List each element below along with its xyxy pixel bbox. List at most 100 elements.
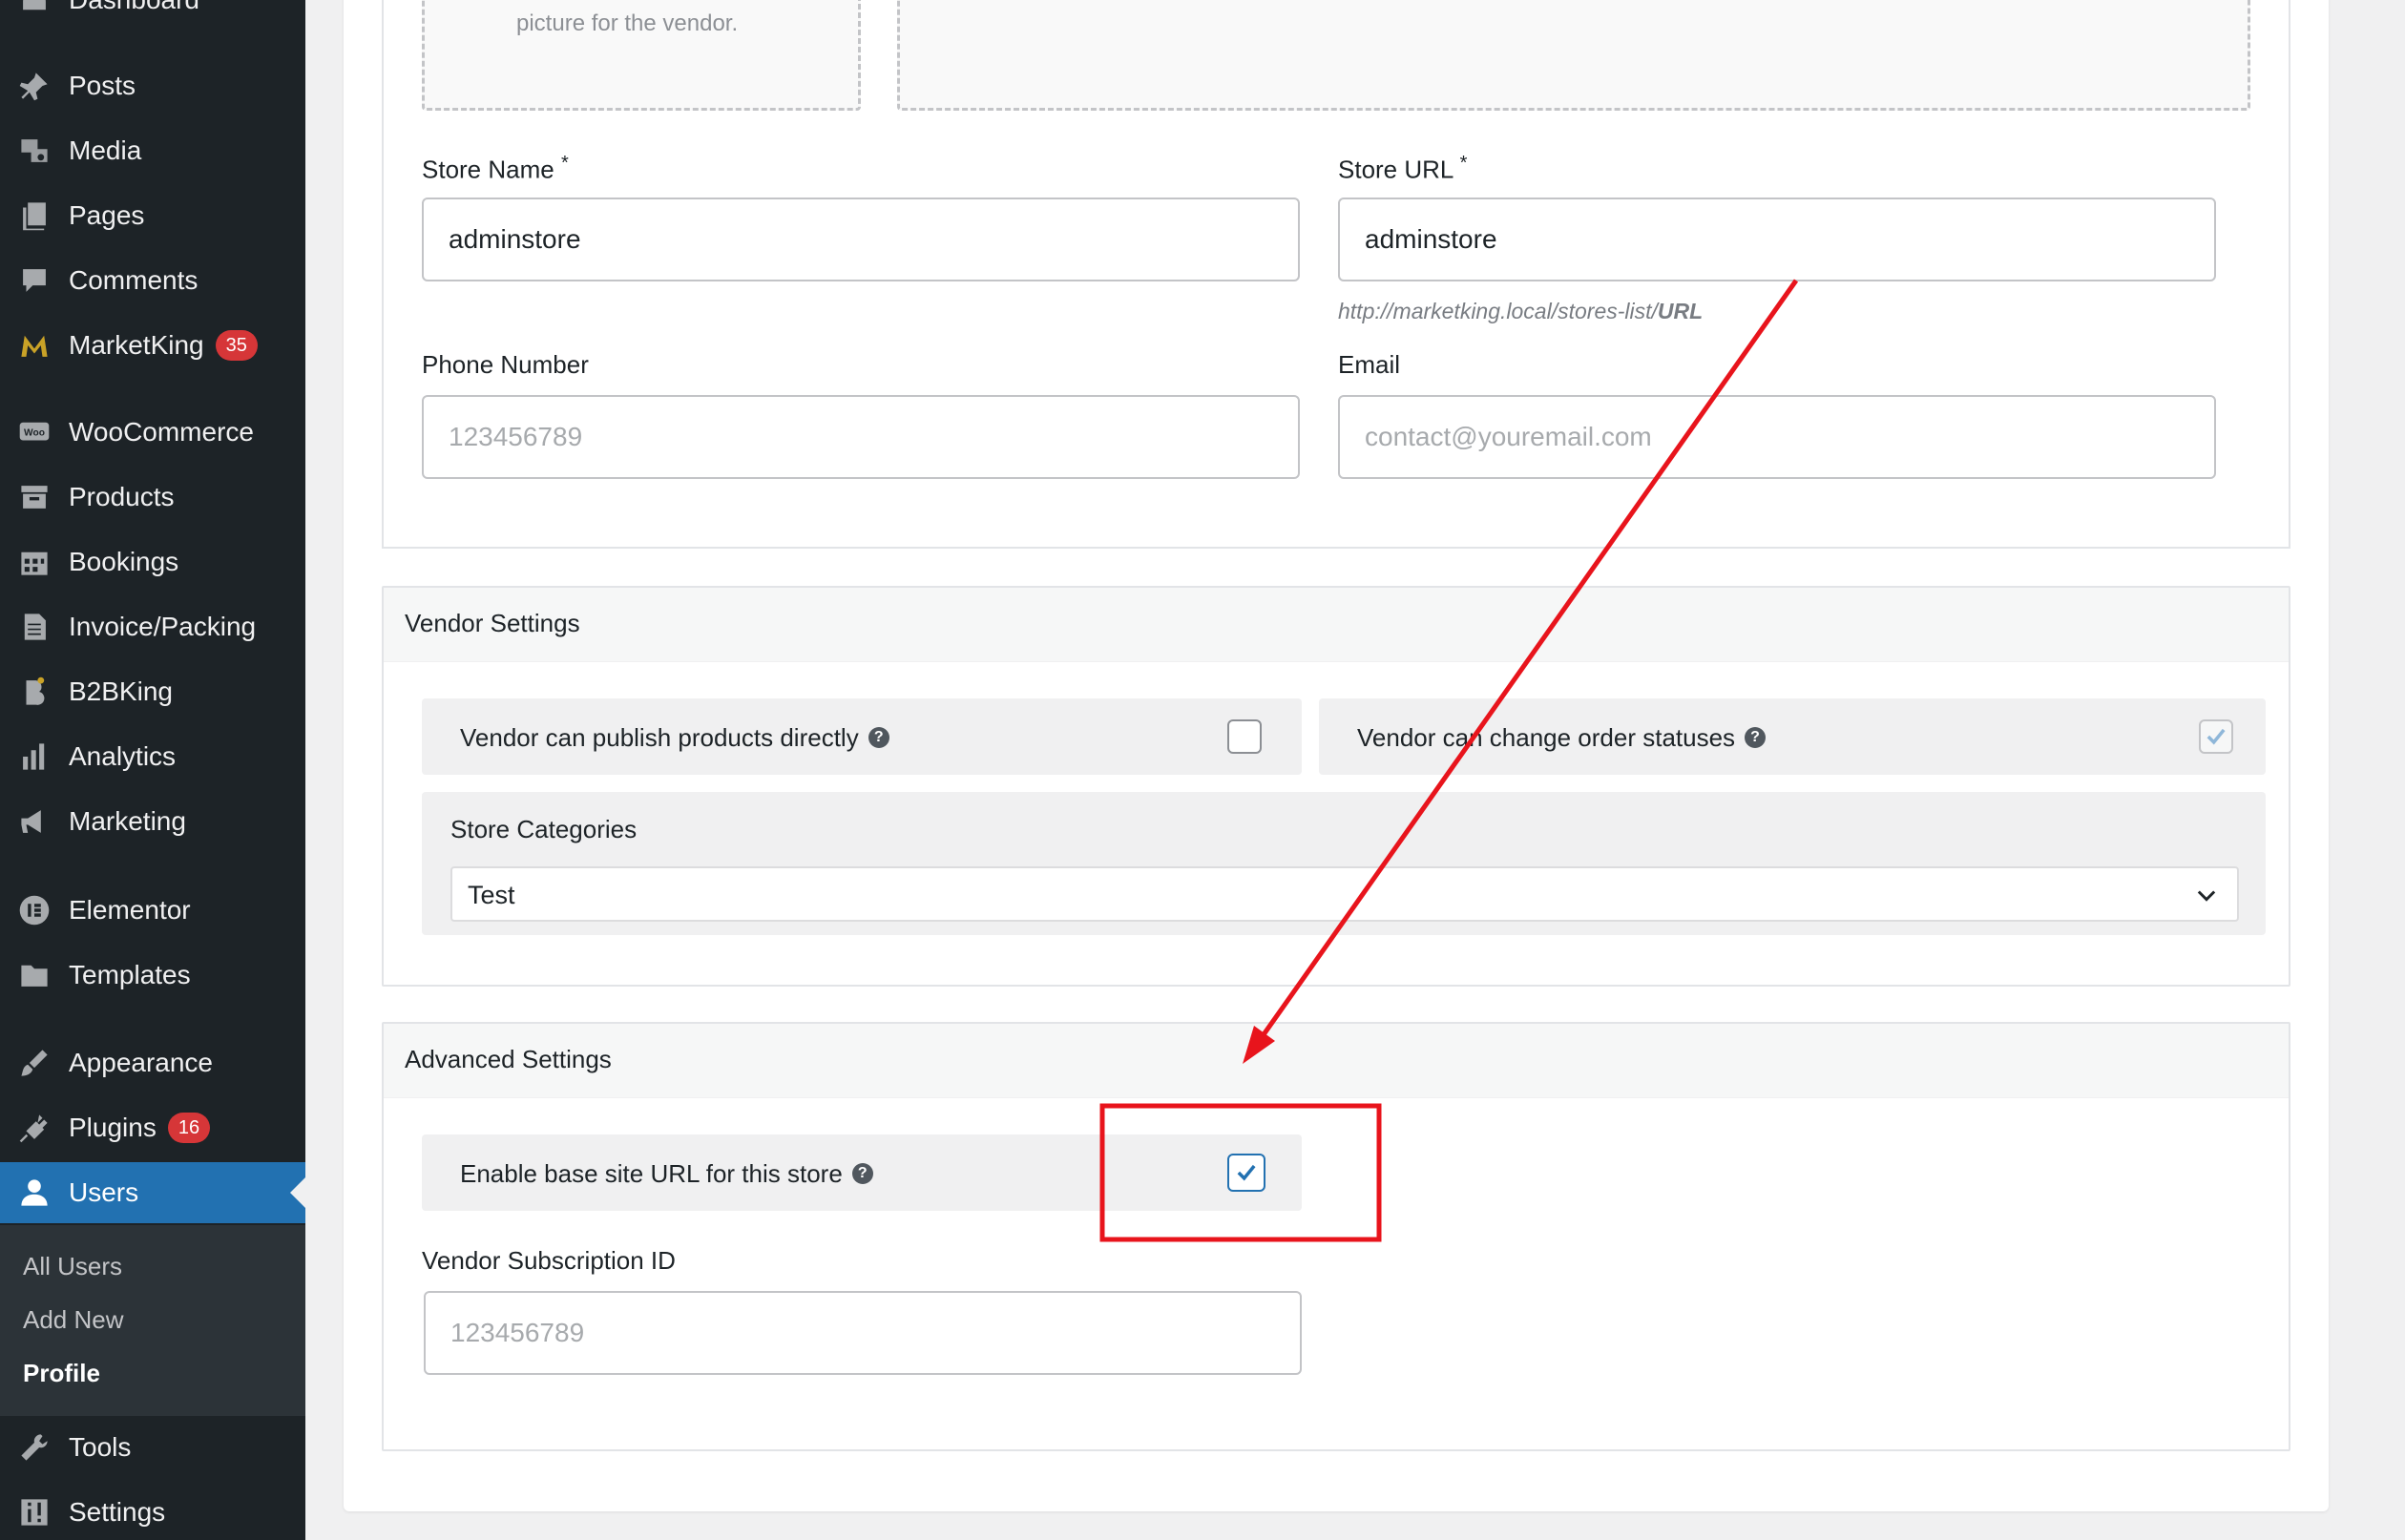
profile-card: picture for the vendor. Store Name * Sto… [344, 0, 2329, 1511]
base-site-url-row: Enable base site URL for this store? [422, 1134, 1302, 1211]
sidebar-item-posts[interactable]: Posts [0, 55, 305, 116]
banner-dropzone[interactable] [897, 0, 2250, 111]
notification-badge: 35 [215, 330, 258, 361]
store-categories-label: Store Categories [450, 815, 638, 843]
submenu-all-users[interactable]: All Users [23, 1252, 122, 1281]
sidebar-item-label: B2BKing [69, 676, 173, 706]
panel-header: Advanced Settings [384, 1024, 2289, 1098]
sidebar-item-label: Users [69, 1177, 139, 1207]
advanced-settings-panel: Advanced Settings Enable base site URL f… [382, 1022, 2290, 1451]
folder-icon [15, 958, 53, 992]
publish-directly-checkbox[interactable] [1227, 719, 1262, 754]
help-icon[interactable]: ? [851, 1163, 873, 1185]
sidebar-item-label: Products [69, 482, 175, 511]
sidebar-item-users[interactable]: Users [0, 1162, 305, 1223]
sidebar-item-bookings[interactable]: Bookings [0, 531, 305, 593]
sidebar-item-pages[interactable]: Pages [0, 185, 305, 246]
store-categories-select[interactable]: Test [450, 866, 2239, 922]
marketking-logo-icon [15, 328, 53, 363]
document-icon [15, 610, 53, 644]
sidebar-item-label: Settings [69, 1497, 166, 1527]
store-url-input[interactable] [1338, 198, 2216, 281]
sidebar-item-elementor[interactable]: Elementor [0, 880, 305, 941]
sidebar-item-comments[interactable]: Comments [0, 250, 305, 311]
phone-input[interactable] [422, 395, 1300, 479]
sidebar-item-label: Plugins [69, 1113, 157, 1142]
store-name-label: Store Name * [422, 153, 569, 184]
change-order-status-row: Vendor can change order statuses? [1319, 698, 2266, 775]
sidebar-item-settings[interactable]: Settings [0, 1482, 305, 1540]
email-input[interactable] [1338, 395, 2216, 479]
checkmark-icon [1237, 1164, 1256, 1181]
megaphone-icon [15, 804, 53, 839]
pushpin-icon [15, 69, 53, 103]
sidebar-item-woocommerce[interactable]: Woo WooCommerce [0, 402, 305, 463]
sidebar-item-label: Dashboard [69, 0, 199, 15]
elementor-icon [15, 893, 53, 927]
dashboard-icon [15, 0, 53, 17]
pages-icon [15, 198, 53, 233]
submenu-add-new[interactable]: Add New [23, 1305, 124, 1335]
sidebar-item-label: Media [69, 135, 142, 165]
sidebar-item-products[interactable]: Products [0, 467, 305, 528]
sidebar-item-label: Marketing [69, 806, 186, 836]
store-url-label: Store URL * [1338, 153, 1468, 184]
picture-hint: picture for the vendor. [516, 10, 739, 36]
help-icon[interactable]: ? [868, 727, 889, 749]
user-icon [15, 1176, 53, 1210]
plug-icon [15, 1111, 53, 1145]
submenu-profile[interactable]: Profile [23, 1359, 100, 1388]
calendar-icon [15, 545, 53, 579]
sidebar-item-label: MarketKing [69, 330, 204, 360]
panel-title: Advanced Settings [405, 1045, 612, 1073]
sidebar-item-tools[interactable]: Tools [0, 1417, 305, 1478]
store-name-input[interactable] [422, 198, 1300, 281]
sidebar-item-invoice-packing[interactable]: Invoice/Packing [0, 596, 305, 657]
sidebar-item-label: Templates [69, 960, 191, 989]
profile-picture-dropzone[interactable]: picture for the vendor. [422, 0, 861, 111]
archive-icon [15, 480, 53, 514]
chevron-down-icon [2197, 890, 2216, 902]
publish-directly-label: Vendor can publish products directly? [460, 723, 889, 753]
bar-chart-icon [15, 739, 53, 774]
sidebar-item-label: Appearance [69, 1048, 214, 1077]
store-categories-box: Store Categories Test [422, 792, 2266, 935]
checkmark-icon [2206, 728, 2226, 745]
sidebar-item-label: Pages [69, 200, 145, 230]
sidebar-item-label: WooCommerce [69, 417, 254, 447]
panel-title: Vendor Settings [405, 609, 580, 637]
subscription-id-input[interactable] [424, 1291, 1302, 1375]
base-site-url-checkbox[interactable] [1227, 1154, 1265, 1192]
sidebar-item-plugins[interactable]: Plugins 16 [0, 1097, 305, 1158]
sliders-icon [15, 1495, 53, 1530]
select-value: Test [468, 881, 515, 909]
sidebar-item-label: Invoice/Packing [69, 612, 257, 641]
sidebar-item-media[interactable]: Media [0, 120, 305, 181]
sidebar-item-marketking[interactable]: MarketKing 35 [0, 315, 305, 376]
help-icon[interactable]: ? [1745, 727, 1767, 749]
subscription-id-label: Vendor Subscription ID [422, 1246, 676, 1275]
media-icon [15, 134, 53, 168]
sidebar-item-appearance[interactable]: Appearance [0, 1032, 305, 1093]
woo-icon: Woo [15, 415, 53, 449]
store-url-hint: http://marketking.local/stores-list/URL [1338, 299, 1704, 323]
sidebar-item-label: Elementor [69, 895, 191, 925]
sidebar-item-templates[interactable]: Templates [0, 945, 305, 1006]
sidebar-item-dashboard[interactable]: Dashboard [0, 0, 305, 31]
change-order-status-checkbox[interactable] [2199, 719, 2233, 754]
wrench-icon [15, 1430, 53, 1465]
sidebar-item-label: Analytics [69, 741, 177, 771]
b2bking-logo-icon [15, 675, 53, 709]
sidebar-item-analytics[interactable]: Analytics [0, 726, 305, 787]
publish-directly-row: Vendor can publish products directly? [422, 698, 1302, 775]
email-label: Email [1338, 350, 1401, 379]
panel-header: Vendor Settings [384, 588, 2289, 662]
svg-text:Woo: Woo [24, 427, 45, 438]
vendor-settings-panel: Vendor Settings Vendor can publish produ… [382, 586, 2290, 987]
notification-badge: 16 [167, 1113, 211, 1143]
sidebar-item-marketing[interactable]: Marketing [0, 791, 305, 852]
base-site-url-label: Enable base site URL for this store? [460, 1159, 873, 1189]
users-submenu: All Users Add New Profile [0, 1225, 305, 1416]
paintbrush-icon [15, 1046, 53, 1080]
sidebar-item-b2bking[interactable]: B2BKing [0, 661, 305, 722]
